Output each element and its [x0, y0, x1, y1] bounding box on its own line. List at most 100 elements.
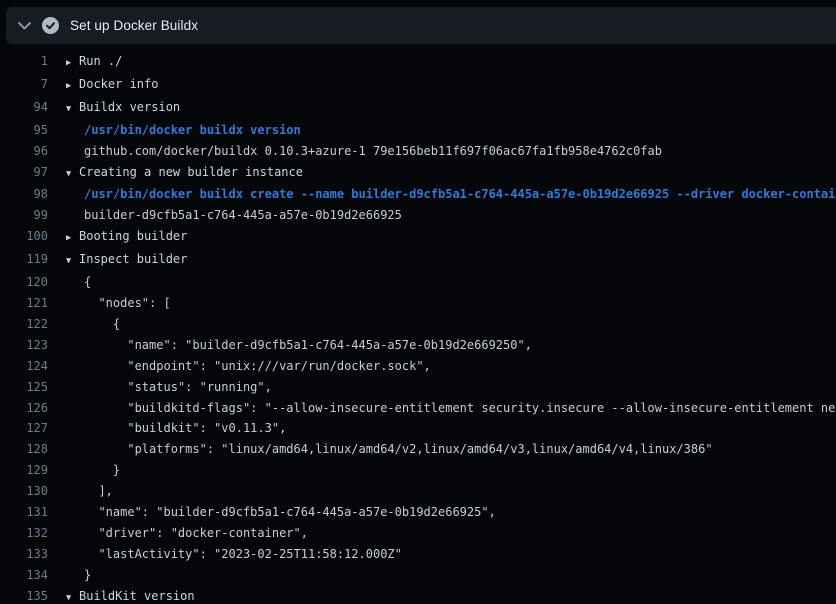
line-body: "status": "running",	[48, 377, 272, 398]
line-number[interactable]: 128	[0, 439, 48, 460]
log-line-row: 128 "platforms": "linux/amd64,linux/amd6…	[0, 439, 836, 460]
line-number[interactable]: 97	[0, 162, 48, 185]
log-text-output: }	[84, 463, 120, 477]
log-viewer: 1▶Run ./7▶Docker info94▼Buildx version95…	[0, 44, 836, 604]
line-body: "platforms": "linux/amd64,linux/amd64/v2…	[48, 439, 713, 460]
line-number[interactable]: 127	[0, 418, 48, 439]
log-line-row: 120 {	[0, 272, 836, 293]
log-group-row[interactable]: 94▼Buildx version	[0, 97, 836, 120]
line-number[interactable]: 134	[0, 565, 48, 586]
log-text-output: "buildkit": "v0.11.3",	[84, 421, 286, 435]
line-body: "driver": "docker-container",	[48, 523, 308, 544]
log-group-row[interactable]: 7▶Docker info	[0, 74, 836, 97]
line-number[interactable]: 120	[0, 272, 48, 293]
line-body[interactable]: ▼Buildx version	[48, 97, 180, 120]
log-line-row: 125 "status": "running",	[0, 377, 836, 398]
line-number[interactable]: 129	[0, 460, 48, 481]
step-title: Set up Docker Buildx	[70, 18, 198, 33]
step-header[interactable]: Set up Docker Buildx	[6, 7, 836, 44]
group-collapsed-icon[interactable]: ▶	[66, 53, 79, 74]
log-line-row: 127 "buildkit": "v0.11.3",	[0, 418, 836, 439]
line-number[interactable]: 96	[0, 141, 48, 162]
log-line-row: 134}	[0, 565, 836, 586]
log-text-output: {	[84, 317, 120, 331]
log-group-row[interactable]: 100▶Booting builder	[0, 226, 836, 249]
log-text-output: "driver": "docker-container",	[84, 526, 308, 540]
group-expanded-icon[interactable]: ▼	[66, 164, 79, 185]
group-expanded-icon[interactable]: ▼	[66, 588, 79, 604]
log-text-output: {	[84, 275, 91, 289]
line-number[interactable]: 125	[0, 377, 48, 398]
line-number[interactable]: 99	[0, 205, 48, 226]
line-body: /usr/bin/docker buildx version	[48, 120, 301, 141]
log-group-row[interactable]: 119▼Inspect builder	[0, 249, 836, 272]
line-body: github.com/docker/buildx 0.10.3+azure-1 …	[48, 141, 662, 162]
chevron-down-icon[interactable]	[18, 22, 31, 30]
line-number[interactable]: 95	[0, 120, 48, 141]
line-body: }	[48, 460, 120, 481]
line-number[interactable]: 135	[0, 586, 48, 604]
log-text-group: Run ./	[79, 54, 122, 68]
log-text-output: }	[84, 568, 91, 582]
log-text-output: "status": "running",	[84, 380, 272, 394]
group-collapsed-icon[interactable]: ▶	[66, 76, 79, 97]
log-group-row[interactable]: 97▼Creating a new builder instance	[0, 162, 836, 185]
log-line-row: 129 }	[0, 460, 836, 481]
log-text-output: "nodes": [	[84, 296, 171, 310]
log-line-row: 133 "lastActivity": "2023-02-25T11:58:12…	[0, 544, 836, 565]
line-body[interactable]: ▶Docker info	[48, 74, 158, 97]
line-number[interactable]: 124	[0, 356, 48, 377]
log-line-row: 122 {	[0, 314, 836, 335]
log-text-command: /usr/bin/docker buildx create --name bui…	[84, 187, 836, 201]
log-line-row: 123 "name": "builder-d9cfb5a1-c764-445a-…	[0, 335, 836, 356]
line-number[interactable]: 131	[0, 502, 48, 523]
log-line-row: 124 "endpoint": "unix:///var/run/docker.…	[0, 356, 836, 377]
line-number[interactable]: 100	[0, 226, 48, 249]
log-text-output: github.com/docker/buildx 0.10.3+azure-1 …	[84, 144, 662, 158]
line-number[interactable]: 123	[0, 335, 48, 356]
group-collapsed-icon[interactable]: ▶	[66, 228, 79, 249]
line-number[interactable]: 119	[0, 249, 48, 272]
log-text-group: Booting builder	[79, 229, 187, 243]
group-expanded-icon[interactable]: ▼	[66, 99, 79, 120]
log-text-group: Docker info	[79, 77, 158, 91]
log-line-row: 131 "name": "builder-d9cfb5a1-c764-445a-…	[0, 502, 836, 523]
line-body: "buildkitd-flags": "--allow-insecure-ent…	[48, 398, 836, 419]
line-number[interactable]: 130	[0, 481, 48, 502]
line-body: {	[48, 272, 91, 293]
line-body: "endpoint": "unix:///var/run/docker.sock…	[48, 356, 431, 377]
line-body: "buildkit": "v0.11.3",	[48, 418, 286, 439]
log-text-output: "platforms": "linux/amd64,linux/amd64/v2…	[84, 442, 713, 456]
line-body[interactable]: ▼Creating a new builder instance	[48, 162, 303, 185]
log-line-row: 132 "driver": "docker-container",	[0, 523, 836, 544]
line-body: builder-d9cfb5a1-c764-445a-a57e-0b19d2e6…	[48, 205, 402, 226]
line-number[interactable]: 7	[0, 74, 48, 97]
line-number[interactable]: 133	[0, 544, 48, 565]
log-line-row: 98/usr/bin/docker buildx create --name b…	[0, 184, 836, 205]
log-group-row[interactable]: 1▶Run ./	[0, 51, 836, 74]
log-line-row: 96 github.com/docker/buildx 0.10.3+azure-…	[0, 141, 836, 162]
line-number[interactable]: 1	[0, 51, 48, 74]
log-text-group: Creating a new builder instance	[79, 165, 303, 179]
log-text-output: builder-d9cfb5a1-c764-445a-a57e-0b19d2e6…	[84, 208, 402, 222]
log-line-row: 126 "buildkitd-flags": "--allow-insecure…	[0, 398, 836, 419]
line-number[interactable]: 94	[0, 97, 48, 120]
log-text-group: BuildKit version	[79, 589, 195, 603]
line-number[interactable]: 132	[0, 523, 48, 544]
line-body[interactable]: ▼BuildKit version	[48, 586, 195, 604]
line-number[interactable]: 122	[0, 314, 48, 335]
line-body: "name": "builder-d9cfb5a1-c764-445a-a57e…	[48, 335, 532, 356]
line-body: "lastActivity": "2023-02-25T11:58:12.000…	[48, 544, 402, 565]
log-line-row: 99 builder-d9cfb5a1-c764-445a-a57e-0b19d2…	[0, 205, 836, 226]
group-expanded-icon[interactable]: ▼	[66, 251, 79, 272]
line-body: /usr/bin/docker buildx create --name bui…	[48, 184, 836, 205]
line-body[interactable]: ▼Inspect builder	[48, 249, 187, 272]
line-number[interactable]: 126	[0, 398, 48, 419]
line-body[interactable]: ▶Run ./	[48, 51, 122, 74]
log-text-output: "endpoint": "unix:///var/run/docker.sock…	[84, 359, 431, 373]
line-body: }	[48, 565, 91, 586]
line-body[interactable]: ▶Booting builder	[48, 226, 187, 249]
line-number[interactable]: 98	[0, 184, 48, 205]
line-number[interactable]: 121	[0, 293, 48, 314]
log-group-row[interactable]: 135▼BuildKit version	[0, 586, 836, 604]
